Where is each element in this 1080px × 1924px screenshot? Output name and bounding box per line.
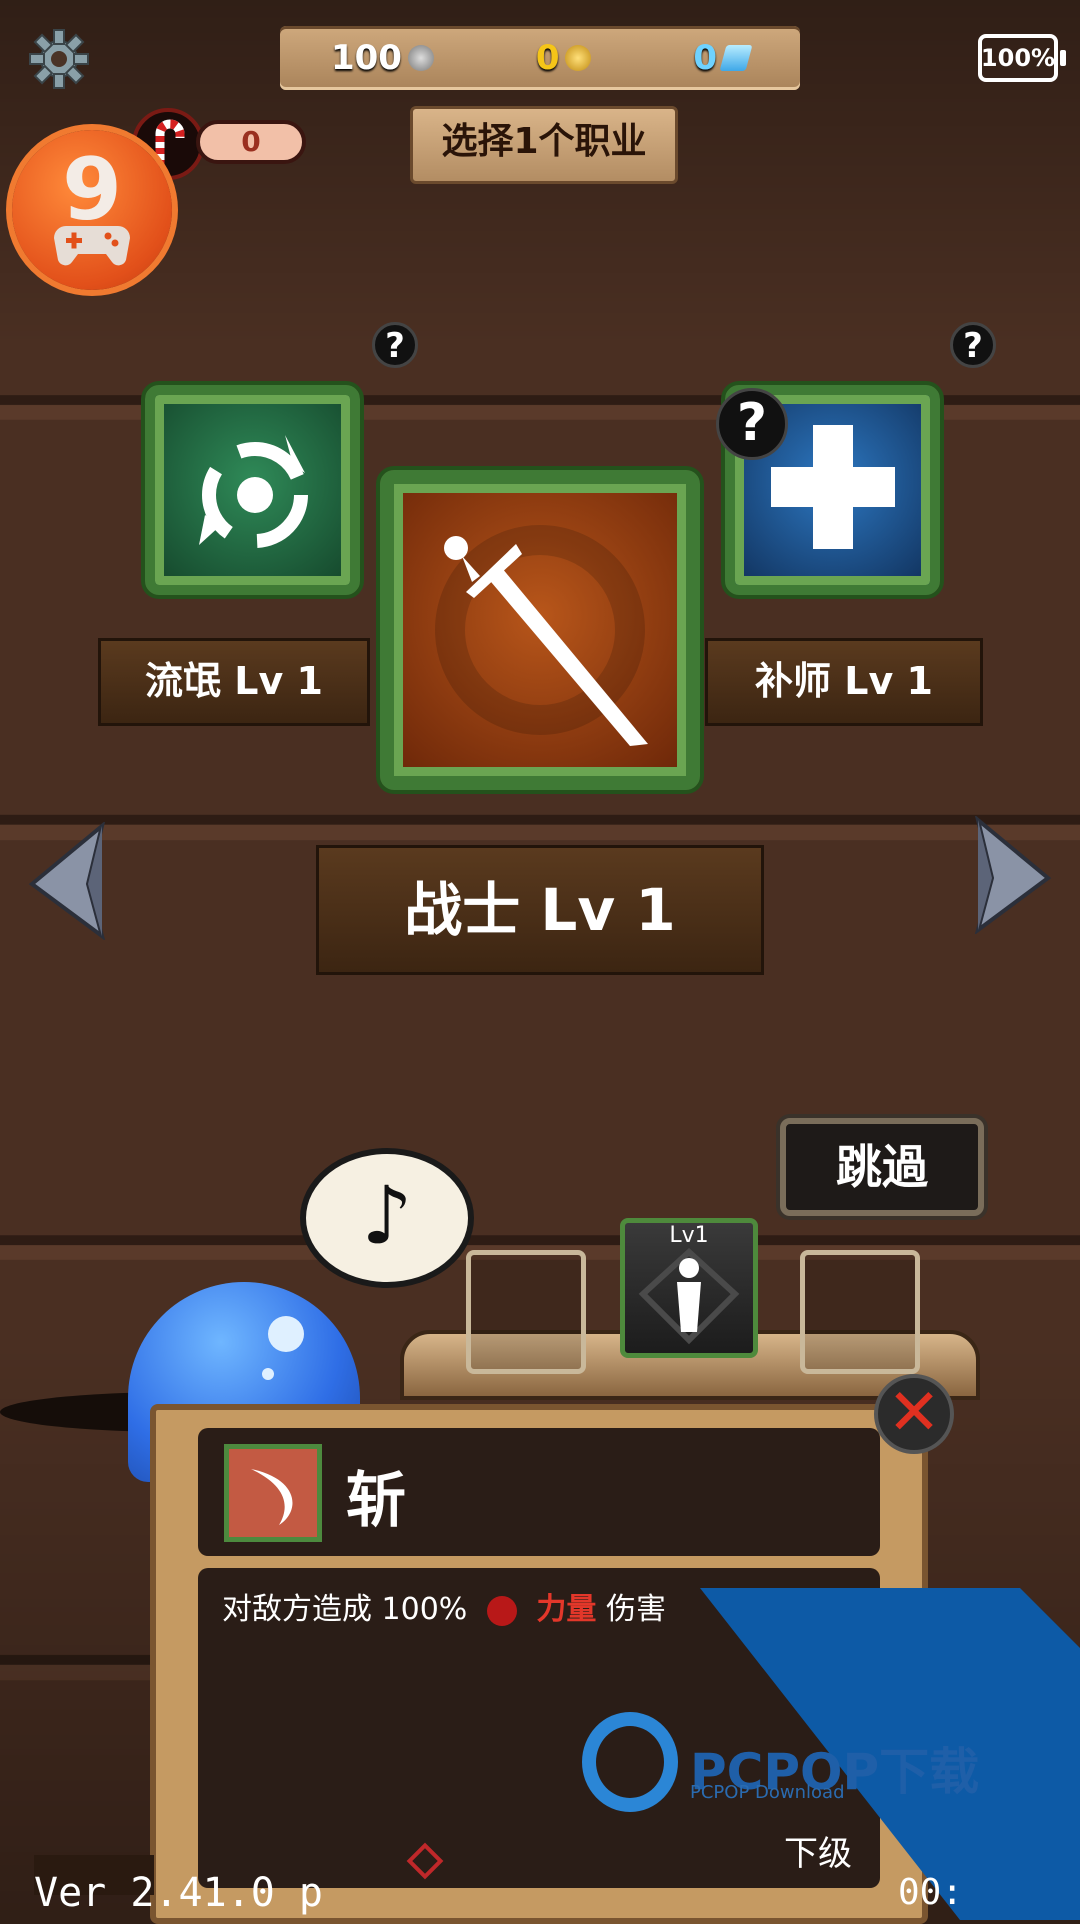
skill-description: 对敌方造成 100% 力量 伤害 bbox=[222, 1584, 666, 1628]
character-silhouette-icon bbox=[638, 1247, 740, 1345]
skip-button[interactable]: 跳過 bbox=[780, 1118, 984, 1216]
rogue-class-label: 流氓 Lv 1 bbox=[98, 638, 370, 726]
gamepad-icon bbox=[54, 226, 130, 266]
slot-level-label: Lv1 bbox=[669, 1223, 709, 1248]
battery-indicator: 100% bbox=[978, 34, 1066, 82]
slash-skill-icon bbox=[224, 1444, 322, 1542]
stone-currency: 100 bbox=[331, 38, 434, 78]
next-class-arrow-icon[interactable] bbox=[974, 816, 1052, 934]
previous-class-arrow-icon[interactable] bbox=[28, 822, 106, 940]
currency-bar: 100 0 0 bbox=[280, 26, 800, 90]
skill-slot-active[interactable]: Lv1 bbox=[620, 1218, 758, 1358]
rogue-help-button[interactable]: ? bbox=[372, 322, 418, 368]
desc-stat: 力量 bbox=[536, 1592, 597, 1627]
battery-level: 100% bbox=[980, 44, 1056, 72]
settings-gear-icon[interactable] bbox=[28, 28, 90, 90]
gold-currency: 0 bbox=[536, 38, 592, 78]
game-center-badge[interactable]: 9 bbox=[12, 130, 172, 290]
stone-icon bbox=[407, 45, 434, 71]
cleric-unknown-icon: ? bbox=[716, 388, 788, 460]
version-label: Ver 2.41.0 p bbox=[34, 1870, 323, 1916]
timer-label: 00: bbox=[898, 1872, 964, 1913]
cleric-class-label: 补师 Lv 1 bbox=[705, 638, 983, 726]
gem-count: 0 bbox=[693, 38, 718, 78]
skill-name: 斩 bbox=[346, 1466, 406, 1536]
gem-currency: 0 bbox=[693, 38, 753, 78]
rogue-emblem-icon bbox=[199, 435, 308, 548]
watermark-subtitle: PCPOP Download bbox=[690, 1782, 845, 1803]
gold-count: 0 bbox=[535, 38, 560, 78]
rogue-class-card[interactable] bbox=[145, 385, 360, 595]
candy-counter: 0 bbox=[196, 120, 306, 164]
gold-coin-icon bbox=[565, 45, 592, 71]
strength-icon bbox=[486, 1595, 517, 1626]
skill-slot-left[interactable] bbox=[466, 1250, 586, 1374]
stone-count: 100 bbox=[330, 38, 402, 78]
dagger-icon bbox=[435, 525, 648, 746]
desc-prefix: 对敌方造成 100% bbox=[222, 1592, 468, 1627]
choose-class-banner: 选择1个职业 bbox=[410, 106, 678, 184]
close-button[interactable]: ✕ bbox=[874, 1374, 954, 1454]
music-note-icon: ♪ bbox=[361, 1169, 413, 1262]
warrior-class-label: 战士 Lv 1 bbox=[316, 845, 764, 975]
desc-tail: 伤害 bbox=[605, 1592, 666, 1627]
warrior-class-card[interactable] bbox=[380, 470, 700, 790]
watermark-logo-icon bbox=[582, 1712, 678, 1812]
skill-slot-right[interactable] bbox=[800, 1250, 920, 1374]
cleric-help-button[interactable]: ? bbox=[950, 322, 996, 368]
gem-icon bbox=[719, 45, 753, 71]
music-speech-bubble: ♪ bbox=[300, 1148, 474, 1288]
